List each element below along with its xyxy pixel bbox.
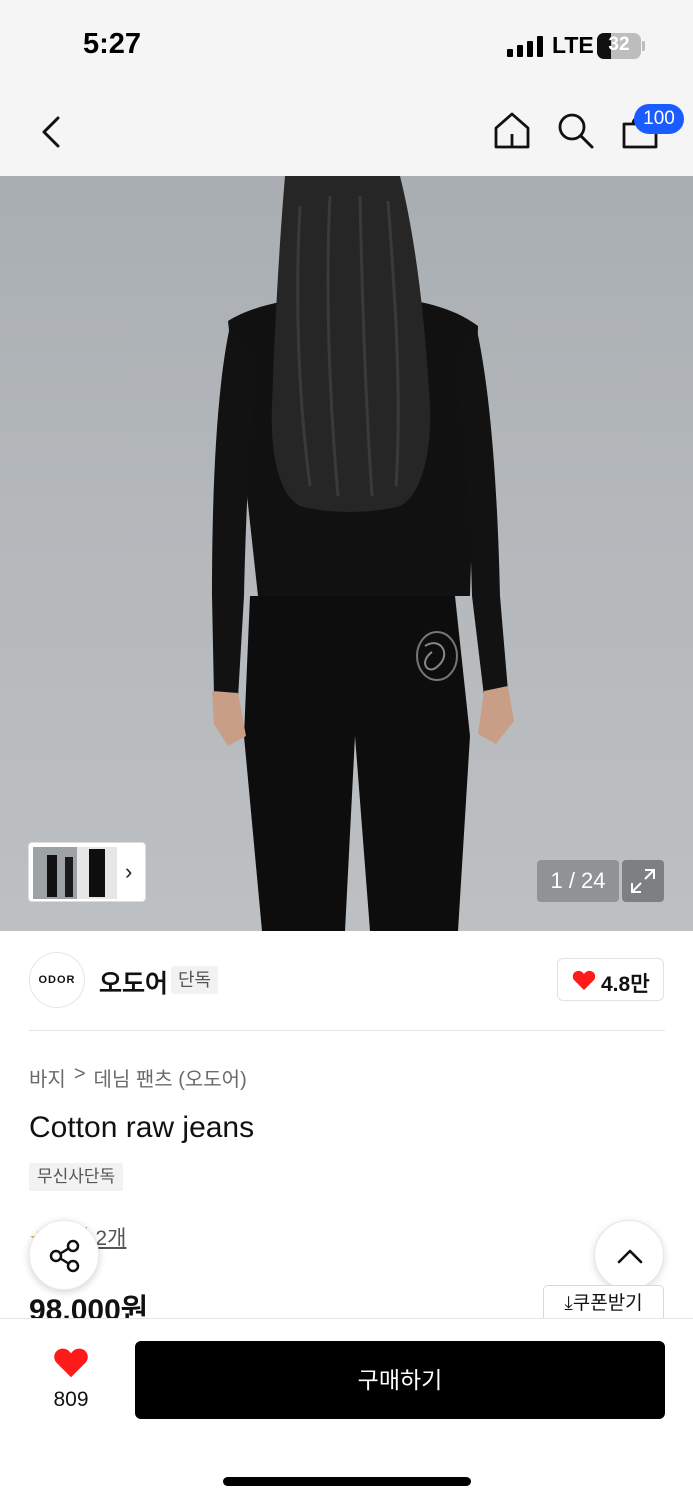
chevron-up-icon bbox=[617, 1249, 643, 1264]
brand-exclusive-tag: 단독 bbox=[171, 966, 219, 994]
brand-like-button[interactable]: 4.8만 bbox=[557, 958, 664, 1001]
status-time: 5:27 bbox=[83, 28, 142, 60]
product-image[interactable]: › 1 / 24 bbox=[0, 176, 693, 931]
network-label: LTE bbox=[552, 32, 594, 58]
share-button[interactable] bbox=[29, 1220, 99, 1290]
heart-icon bbox=[54, 1348, 88, 1378]
heart-icon bbox=[572, 970, 596, 990]
back-arrow-icon[interactable] bbox=[36, 112, 66, 152]
expand-icon[interactable] bbox=[622, 860, 664, 902]
brand-logo[interactable]: ODOR bbox=[29, 952, 85, 1008]
wishlist-button[interactable]: 809 bbox=[40, 1347, 102, 1412]
breadcrumb-subcategory[interactable]: 데님 팬츠 (오도어) bbox=[94, 1063, 247, 1092]
coupon-label: 쿠폰받기 bbox=[572, 1293, 643, 1314]
home-indicator bbox=[223, 1477, 471, 1486]
product-price: 98,000원 bbox=[29, 1294, 149, 1319]
share-icon bbox=[49, 1239, 80, 1273]
divider bbox=[29, 1030, 665, 1031]
thumbnail-strip-button[interactable]: › bbox=[28, 842, 146, 902]
signal-icon bbox=[507, 36, 543, 57]
battery-percent: 32 bbox=[608, 34, 630, 55]
download-icon: ⤓ bbox=[564, 1293, 573, 1314]
breadcrumb: 바지 > 데님 팬츠 (오도어) bbox=[29, 1063, 247, 1092]
brand-like-count: 4.8만 bbox=[601, 973, 650, 996]
breadcrumb-category[interactable]: 바지 bbox=[29, 1063, 66, 1092]
scroll-top-button[interactable] bbox=[594, 1220, 664, 1290]
cart-count-badge: 100 bbox=[634, 104, 684, 134]
model-photo bbox=[212, 176, 514, 931]
breadcrumb-separator: > bbox=[73, 1063, 86, 1085]
home-icon[interactable] bbox=[492, 110, 532, 150]
buy-button[interactable]: 구매하기 bbox=[135, 1341, 665, 1419]
bottom-action-bar: 809 구매하기 bbox=[0, 1318, 693, 1500]
product-title: Cotton raw jeans bbox=[29, 1111, 255, 1144]
musinsa-exclusive-badge: 무신사단독 bbox=[29, 1163, 124, 1191]
image-counter: 1 / 24 bbox=[537, 860, 619, 902]
wishlist-count: 809 bbox=[53, 1388, 89, 1411]
top-nav: 100 bbox=[0, 90, 693, 176]
chevron-right-icon: › bbox=[125, 859, 133, 884]
brand-name[interactable]: 오도어 bbox=[99, 964, 168, 1000]
coupon-button[interactable]: ⤓쿠폰받기 bbox=[543, 1285, 664, 1321]
battery-icon: 32 bbox=[597, 33, 645, 59]
thumbnail-images bbox=[33, 847, 117, 899]
search-icon[interactable] bbox=[555, 110, 595, 150]
status-bar: 5:27 LTE 32 bbox=[0, 0, 693, 90]
